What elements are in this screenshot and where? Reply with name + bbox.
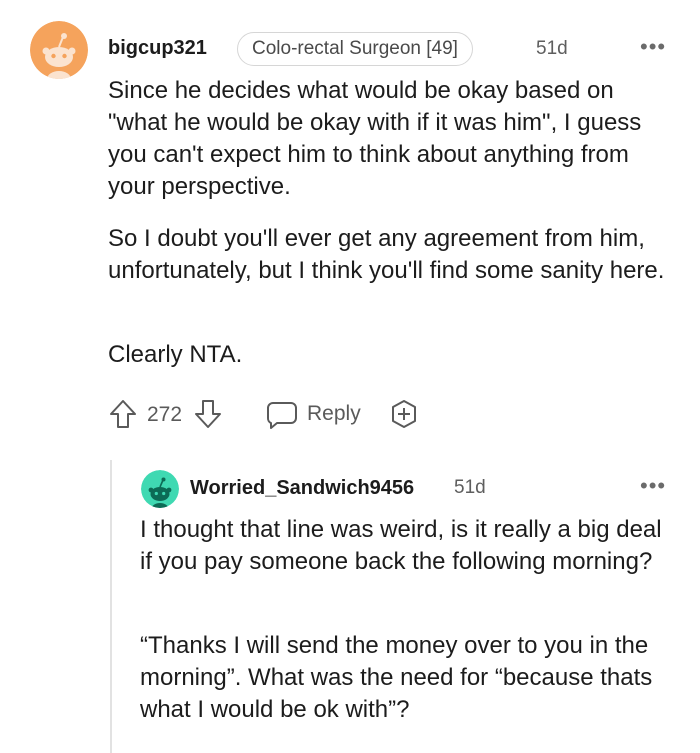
username[interactable]: Worried_Sandwich9456	[190, 477, 414, 500]
comment-age: 51d	[536, 38, 568, 59]
user-flair: Colo-rectal Surgeon [49]	[237, 32, 473, 66]
thread-line[interactable]	[110, 460, 112, 753]
arrow-up-icon	[110, 400, 136, 428]
downvote-button[interactable]	[193, 398, 223, 430]
more-dots-icon[interactable]: •••	[640, 36, 666, 58]
plus-circle-icon	[392, 400, 416, 428]
arrow-down-icon	[195, 400, 221, 428]
award-button[interactable]	[388, 398, 420, 430]
comment-paragraph: So I doubt you'll ever get any agreement…	[108, 225, 665, 284]
avatar[interactable]	[30, 21, 88, 79]
avatar[interactable]	[141, 470, 179, 508]
more-dots-icon[interactable]: •••	[640, 475, 666, 497]
username[interactable]: bigcup321	[108, 37, 207, 60]
reply-label: Reply	[307, 402, 361, 425]
speech-bubble-icon	[267, 402, 297, 429]
vote-count: 272	[147, 403, 183, 426]
reply-button[interactable]: Reply	[265, 398, 361, 430]
reply-paragraph: “Thanks I will send the money over to yo…	[140, 632, 653, 723]
comment-age: 51d	[454, 477, 486, 498]
comment-paragraph: Since he decides what would be okay base…	[108, 77, 642, 200]
reply-paragraph: I thought that line was weird, is it rea…	[140, 516, 662, 575]
upvote-button[interactable]	[108, 398, 138, 430]
comment-paragraph: Clearly NTA.	[108, 341, 243, 368]
